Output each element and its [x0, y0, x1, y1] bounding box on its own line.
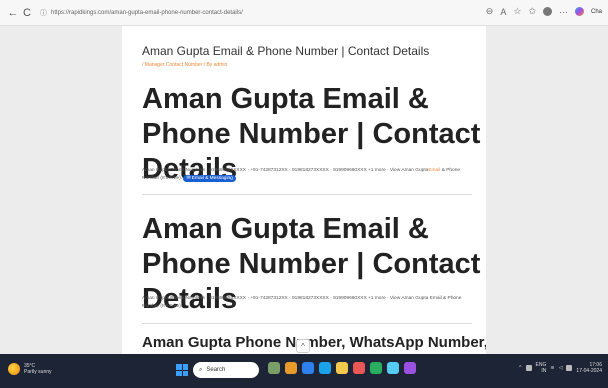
snippet-text: Aman Gupta Phone Numbers · 919686655XXXX… [142, 168, 429, 173]
taskbar-search[interactable]: ⌕ Search [193, 362, 259, 378]
clock[interactable]: 17:06 17-04-2024 [576, 362, 602, 374]
back-icon[interactable]: ← [6, 7, 20, 19]
wifi-icon[interactable]: ≋ [550, 365, 554, 371]
article-card: Aman Gupta Email & Phone Number | Contac… [122, 26, 486, 354]
more-icon[interactable]: ··· [559, 7, 568, 17]
site-title[interactable]: Aman Gupta Email & Phone Number | Contac… [142, 44, 429, 58]
date: 17-04-2024 [576, 368, 602, 374]
weather-condition: Partly sunny [24, 369, 52, 375]
browser-toolbar: ← C ⓘ https://rapidkings.com/aman-gupta-… [0, 0, 608, 26]
search-icon: ⌕ [199, 366, 203, 373]
copilot-icon[interactable] [574, 7, 584, 16]
tray-chevron-icon[interactable]: ^ [519, 365, 521, 371]
url-text: https://rapidkings.com/aman-gupta-email-… [51, 10, 243, 16]
windows-taskbar: 35°C Partly sunny ⌕ Search ^ ENG IN ≋ ◁ … [0, 354, 608, 388]
explorer-app-icon[interactable] [336, 362, 348, 374]
chrome-app-icon[interactable] [370, 362, 382, 374]
search-snippet-repeat: Aman Gupta Phone Numbers · 919686655XXXX… [142, 296, 462, 309]
widget-app-icon[interactable] [268, 362, 280, 374]
system-tray: ^ ENG IN ≋ ◁ 17:06 17-04-2024 [519, 362, 602, 374]
files-app-icon[interactable] [285, 362, 297, 374]
divider [142, 194, 472, 195]
section-heading: Aman Gupta Phone Number, WhatsApp Number… [142, 334, 486, 351]
browser-actions: ⊖ A ☆ ✩ ··· Cha [486, 6, 602, 17]
weather-widget[interactable]: 35°C Partly sunny [8, 363, 52, 375]
tray-app-icon[interactable] [525, 365, 532, 371]
search-snippet: Aman Gupta Phone Numbers · 919686655XXXX… [142, 167, 477, 183]
post-meta[interactable]: / Manager Contact Number / By admin [142, 62, 227, 68]
office-app-icon[interactable] [353, 362, 365, 374]
telegram-app-icon[interactable] [387, 362, 399, 374]
store-app-icon[interactable] [302, 362, 314, 374]
edge-app-icon[interactable] [319, 362, 331, 374]
weather-icon [8, 363, 20, 375]
language-indicator[interactable]: ENG IN [536, 362, 547, 374]
refresh-icon[interactable]: C [20, 7, 34, 19]
address-bar[interactable]: ⓘ https://rapidkings.com/aman-gupta-emai… [40, 5, 460, 21]
scroll-top-button[interactable]: ^ [296, 339, 310, 353]
copilot-label: Cha [590, 8, 602, 15]
favorites-icon[interactable]: ✩ [528, 6, 536, 17]
site-info-icon[interactable]: ⓘ [40, 8, 47, 18]
search-label: Search [206, 367, 226, 373]
start-icon[interactable] [176, 364, 188, 376]
pinned-apps [268, 362, 416, 374]
profile-avatar[interactable] [542, 7, 552, 16]
divider [142, 323, 472, 324]
volume-icon[interactable]: ◁ [559, 365, 563, 371]
read-aloud-icon[interactable]: A [500, 7, 506, 17]
zoom-icon[interactable]: ⊖ [486, 6, 494, 17]
favorite-icon[interactable]: ☆ [513, 6, 521, 17]
app-icon[interactable] [404, 362, 416, 374]
email-messaging-badge[interactable]: ✉ Email & Messaging [183, 175, 236, 182]
region: IN [541, 368, 547, 374]
battery-icon[interactable] [566, 365, 573, 371]
snippet-highlight: Email [428, 168, 441, 173]
